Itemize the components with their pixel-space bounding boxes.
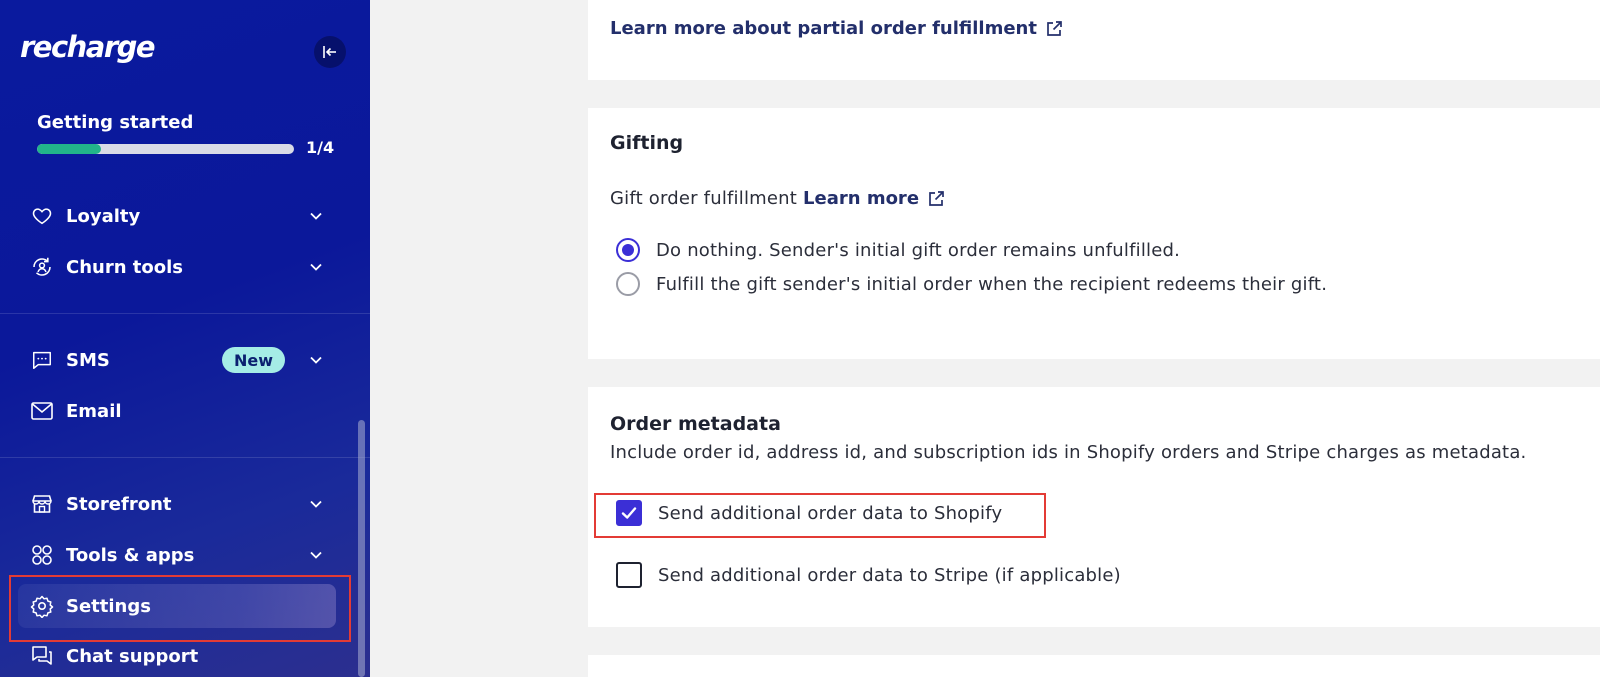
checkbox-label: Send additional order data to Shopify [658, 502, 1003, 524]
sidebar-item-label: Tools & apps [66, 544, 195, 566]
checkbox[interactable] [616, 562, 642, 588]
sidebar-scrollbar[interactable] [358, 420, 365, 677]
gifting-card: Gifting Gift order fulfillment Learn mor… [588, 108, 1600, 359]
churn-icon [30, 255, 54, 279]
checkbox-checked[interactable] [616, 500, 642, 526]
getting-started-title[interactable]: Getting started [37, 112, 193, 133]
sidebar-item-storefront[interactable]: Storefront [18, 482, 336, 526]
radio-button-selected[interactable] [616, 238, 640, 262]
order-metadata-title: Order metadata [610, 413, 781, 435]
progress-count: 1/4 [306, 138, 335, 157]
radio-label: Do nothing. Sender's initial gift order … [656, 239, 1181, 261]
sidebar-item-label: Loyalty [66, 205, 141, 227]
sidebar-item-email[interactable]: Email [18, 389, 336, 433]
storefront-icon [30, 492, 54, 516]
checkbox-label: Send additional order data to Stripe (if… [658, 564, 1121, 586]
gift-fulfillment-label: Gift order fulfillment [610, 188, 798, 209]
sidebar-item-churn-tools[interactable]: Churn tools [18, 245, 336, 289]
sidebar-item-loyalty[interactable]: Loyalty [18, 194, 336, 238]
gift-option-do-nothing[interactable]: Do nothing. Sender's initial gift order … [616, 238, 1180, 262]
gear-icon [30, 594, 54, 618]
chevron-down-icon [306, 545, 326, 565]
progress-fill [37, 144, 102, 154]
sidebar-item-label: Churn tools [66, 256, 184, 278]
sidebar-item-sms[interactable]: SMS New [18, 338, 336, 382]
chevron-down-icon [306, 350, 326, 370]
chevron-down-icon [306, 206, 326, 226]
send-order-data-shopify-option[interactable]: Send additional order data to Shopify [616, 500, 1002, 526]
chat-icon [30, 644, 54, 668]
next-settings-card [588, 655, 1600, 677]
sidebar-item-label: Settings [66, 595, 151, 617]
heart-icon [30, 204, 54, 228]
sidebar-divider [0, 313, 370, 314]
partial-fulfillment-card: Learn more about partial order fulfillme… [588, 0, 1600, 80]
radio-button[interactable] [616, 272, 640, 296]
checkmark-icon [621, 507, 637, 519]
gift-option-fulfill-on-redeem[interactable]: Fulfill the gift sender's initial order … [616, 272, 1327, 296]
sidebar-item-label: SMS [66, 349, 110, 371]
sidebar-divider [0, 457, 370, 458]
partial-fulfillment-link-text: Learn more about partial order fulfillme… [610, 18, 1037, 39]
external-link-icon [1045, 20, 1063, 38]
getting-started-progress-bar [37, 144, 294, 154]
collapse-sidebar-button[interactable] [314, 36, 346, 68]
order-metadata-description: Include order id, address id, and subscr… [610, 442, 1527, 463]
sidebar-item-chat-support[interactable]: Chat support [18, 634, 336, 677]
apps-icon [30, 543, 54, 567]
collapse-left-icon [323, 46, 336, 58]
recharge-logo: recharge [20, 30, 156, 64]
chevron-down-icon [306, 257, 326, 277]
sidebar-item-label: Storefront [66, 493, 172, 515]
radio-dot [622, 244, 634, 256]
new-badge: New [222, 347, 286, 373]
gifting-title: Gifting [610, 132, 684, 154]
sidebar-item-label: Chat support [66, 645, 199, 667]
gift-fulfillment-row: Gift order fulfillment Learn more [610, 188, 945, 209]
partial-fulfillment-link[interactable]: Learn more about partial order fulfillme… [610, 18, 1063, 39]
external-link-icon[interactable] [927, 190, 945, 208]
sidebar-item-settings[interactable]: Settings [18, 584, 336, 628]
sidebar: recharge Getting started 1/4 Loyalty Chu… [0, 0, 370, 677]
chevron-down-icon [306, 494, 326, 514]
sidebar-item-label: Email [66, 400, 122, 422]
gift-learn-more-link[interactable]: Learn more [803, 188, 919, 209]
message-icon [30, 348, 54, 372]
sidebar-item-tools-apps[interactable]: Tools & apps [18, 533, 336, 577]
envelope-icon [30, 399, 54, 423]
send-order-data-stripe-option[interactable]: Send additional order data to Stripe (if… [616, 562, 1121, 588]
radio-label: Fulfill the gift sender's initial order … [656, 273, 1328, 295]
